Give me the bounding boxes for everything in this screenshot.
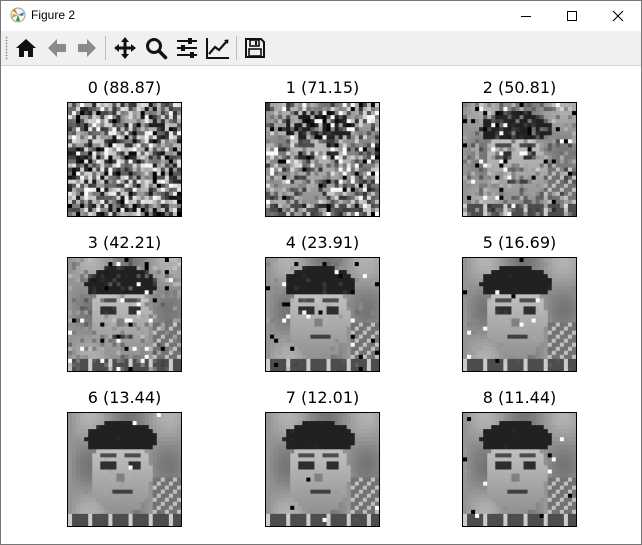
figure-window: Figure 2 0 (88.87) 1 (71.15) 2 (50.81) 3… xyxy=(0,0,642,545)
arrow-right-icon xyxy=(78,39,96,57)
title-bar[interactable]: Figure 2 xyxy=(1,1,641,31)
subplot-title: 8 (11.44) xyxy=(482,388,557,407)
move-icon xyxy=(114,37,136,59)
reconstruction-image xyxy=(67,102,182,217)
close-button[interactable] xyxy=(595,1,641,31)
arrow-left-icon xyxy=(48,39,66,57)
subplot-title: 4 (23.91) xyxy=(285,233,360,252)
line-chart-icon xyxy=(206,38,229,59)
subplot-title: 0 (88.87) xyxy=(87,78,162,97)
maximize-icon xyxy=(567,11,577,21)
toolbar-separator xyxy=(105,36,106,60)
navigation-toolbar xyxy=(1,31,641,66)
magnifier-icon xyxy=(146,38,168,60)
customize-button[interactable] xyxy=(204,34,232,62)
subplot-title: 1 (71.15) xyxy=(285,78,360,97)
reconstruction-image xyxy=(265,257,380,372)
reconstruction-image xyxy=(462,102,577,217)
reconstruction-image xyxy=(462,257,577,372)
figure-canvas[interactable]: 0 (88.87) 1 (71.15) 2 (50.81) 3 (42.21) … xyxy=(1,66,641,544)
home-button[interactable] xyxy=(12,34,40,62)
forward-button[interactable] xyxy=(73,34,101,62)
close-icon xyxy=(612,10,624,22)
reconstruction-image xyxy=(462,412,577,527)
subplot-title: 6 (13.44) xyxy=(87,388,162,407)
minimize-button[interactable] xyxy=(503,1,549,31)
reconstruction-image xyxy=(265,102,380,217)
minimize-icon xyxy=(521,16,531,17)
zoom-button[interactable] xyxy=(142,34,170,62)
toolbar-grip[interactable] xyxy=(5,36,8,60)
matplotlib-icon xyxy=(10,7,26,23)
save-button[interactable] xyxy=(241,34,269,62)
subplots-button[interactable] xyxy=(173,34,201,62)
reconstruction-image xyxy=(67,412,182,527)
reconstruction-image xyxy=(265,412,380,527)
subplot-title: 7 (12.01) xyxy=(285,388,360,407)
reconstruction-image xyxy=(67,257,182,372)
window-title: Figure 2 xyxy=(31,8,76,22)
maximize-button[interactable] xyxy=(549,1,595,31)
toolbar-separator xyxy=(236,36,237,60)
sliders-icon xyxy=(177,38,197,58)
subplot-title: 5 (16.69) xyxy=(482,233,557,252)
pan-button[interactable] xyxy=(111,34,139,62)
back-button[interactable] xyxy=(43,34,71,62)
subplot-title: 3 (42.21) xyxy=(87,233,162,252)
floppy-disk-icon xyxy=(245,38,265,58)
subplot-title: 2 (50.81) xyxy=(482,78,557,97)
home-icon xyxy=(16,39,36,57)
